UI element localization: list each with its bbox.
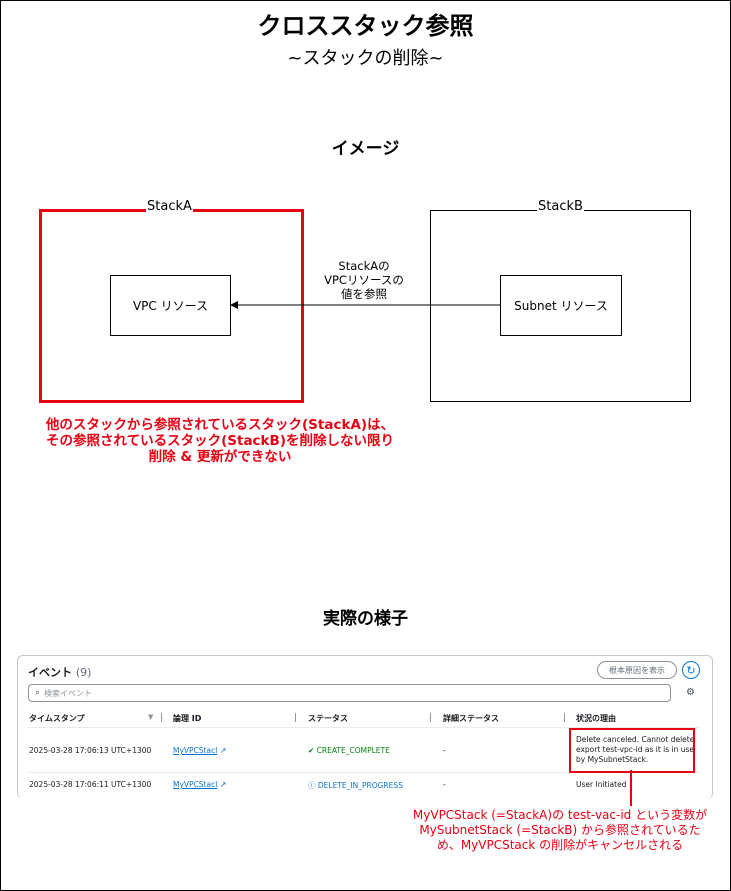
status-text: DELETE_IN_PROGRESS <box>317 781 403 790</box>
sort-caret-icon[interactable]: ▼ <box>148 713 153 721</box>
arrow-label-line: StackAの <box>338 259 390 273</box>
column-header-logical-id[interactable]: 論理 ID <box>173 713 201 724</box>
stack-a-label: StackA <box>146 199 193 214</box>
timestamp-cell: 2025-03-28 17:06:11 UTC+1300 <box>29 780 152 789</box>
section-title-actual: 実際の様子 <box>323 609 408 629</box>
arrow-label-line: VPCリソースの <box>324 273 404 287</box>
note-line: め、MyVPCStack の削除がキャンセルされる <box>436 838 684 852</box>
section-title-image: イメージ <box>331 139 400 159</box>
search-input[interactable]: ⌕ 検索イベント <box>28 684 671 702</box>
info-icon: ⓘ <box>308 781 316 790</box>
status-text: CREATE_COMPLETE <box>316 746 390 755</box>
column-header-detailed-status[interactable]: 詳細ステータス <box>443 713 499 724</box>
stack-b-label: StackB <box>537 199 584 214</box>
search-icon: ⌕ <box>35 688 41 698</box>
column-divider <box>430 713 431 722</box>
search-placeholder: 検索イベント <box>44 688 93 698</box>
cancel-explanation-note: MyVPCStack (=StackA)の test-vac-id という変数が… <box>400 808 720 853</box>
note-line: MySubnetStack (=StackB) から参照されているた <box>419 823 701 837</box>
reason-line: User Initiated <box>576 780 627 789</box>
column-divider <box>161 713 162 722</box>
page-subtitle: ~スタックの削除~ <box>287 48 444 69</box>
status-cell: ✔ CREATE_COMPLETE <box>308 746 390 755</box>
events-panel: イベント (9) 根本原因を表示 ↻ ⌕ 検索イベント ⚙ タイムスタンプ ▼ … <box>17 655 713 799</box>
column-divider <box>295 713 296 722</box>
stack-deletion-note: 他のスタックから参照されているスタック(StackA)は、 その参照されているス… <box>0 417 440 465</box>
gear-icon[interactable]: ⚙ <box>686 687 695 698</box>
events-count: (9) <box>75 666 92 679</box>
vpc-resource-label: VPC リソース <box>132 299 209 313</box>
external-link-icon[interactable]: ↗ <box>220 746 227 755</box>
events-panel-title: イベント (9) <box>28 664 91 680</box>
status-cell: ⓘ DELETE_IN_PROGRESS <box>308 780 403 791</box>
detailed-status-cell: - <box>443 746 446 755</box>
column-header-status[interactable]: ステータス <box>308 713 348 724</box>
note-line: 他のスタックから参照されているスタック(StackA)は、 <box>45 417 395 433</box>
arrow-label: StackAの VPCリソースの 値を参照 <box>314 259 414 301</box>
subnet-resource-box: Subnet リソース <box>500 275 622 336</box>
page-title: クロススタック参照 <box>257 12 474 40</box>
success-icon: ✔ <box>308 746 315 755</box>
note-line: MyVPCStack (=StackA)の test-vac-id という変数が <box>412 808 708 822</box>
subnet-resource-label: Subnet リソース <box>514 299 608 313</box>
external-link-icon[interactable]: ↗ <box>220 780 227 789</box>
column-header-reason[interactable]: 状況の理由 <box>576 713 616 724</box>
note-line: その参照されているスタック(StackB)を削除しない限り <box>46 433 394 449</box>
reason-highlight-box <box>569 728 695 773</box>
logical-id-link[interactable]: MyVPCStacl <box>173 746 217 755</box>
refresh-icon[interactable]: ↻ <box>682 661 700 679</box>
vpc-resource-box: VPC リソース <box>110 275 231 336</box>
events-title-text: イベント <box>28 666 72 679</box>
reason-cell: User Initiated <box>576 780 626 789</box>
timestamp-cell: 2025-03-28 17:06:13 UTC+1300 <box>29 746 152 755</box>
note-line: 削除 & 更新ができない <box>148 449 292 465</box>
logical-id-cell: MyVPCStacl ↗ <box>173 780 226 789</box>
logical-id-link[interactable]: MyVPCStacl <box>173 780 217 789</box>
column-divider <box>564 713 565 722</box>
column-header-timestamp[interactable]: タイムスタンプ <box>29 713 85 724</box>
logical-id-cell: MyVPCStacl ↗ <box>173 746 226 755</box>
root-cause-button[interactable]: 根本原因を表示 <box>597 661 677 679</box>
detailed-status-cell: - <box>443 780 446 789</box>
highlight-connector <box>630 770 632 806</box>
arrow-label-line: 値を参照 <box>341 287 387 301</box>
